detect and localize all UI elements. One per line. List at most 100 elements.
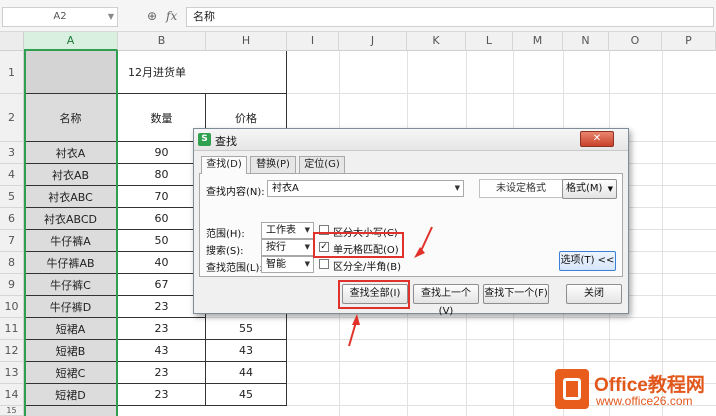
column-header-i[interactable]: I bbox=[287, 32, 339, 51]
match-cell-label: 单元格匹配(O) bbox=[333, 245, 399, 256]
tab-find[interactable]: 查找(D) bbox=[201, 156, 247, 174]
tab-replace[interactable]: 替换(P) bbox=[250, 156, 296, 173]
sheet-title-cell[interactable]: 12月进货单 bbox=[118, 51, 287, 94]
format-button[interactable]: 格式(M) ▼ bbox=[562, 179, 617, 199]
lookin-select[interactable]: 智能 ▼ bbox=[261, 256, 314, 273]
chevron-down-icon[interactable]: ▼ bbox=[305, 257, 310, 272]
row-header-3[interactable]: 3 bbox=[0, 142, 24, 164]
chevron-down-icon[interactable]: ▼ bbox=[305, 223, 310, 238]
search-value: 按行 bbox=[266, 242, 286, 253]
find-prev-button[interactable]: 查找上一个(V) bbox=[413, 284, 479, 317]
lookin-value: 智能 bbox=[266, 259, 286, 270]
column-header-a[interactable]: A bbox=[24, 32, 118, 51]
row-header-12[interactable]: 12 bbox=[0, 340, 24, 362]
row-header-10[interactable]: 10 bbox=[0, 296, 24, 318]
column-header-k[interactable]: K bbox=[407, 32, 466, 51]
name-box[interactable]: A2 ▼ bbox=[2, 7, 118, 27]
name-cell[interactable]: 衬衣A bbox=[24, 142, 118, 164]
find-next-button[interactable]: 查找下一个(F) bbox=[483, 284, 549, 304]
scope-label: 范围(H): bbox=[206, 229, 245, 240]
price-cell[interactable]: 44 bbox=[206, 362, 287, 384]
zoom-icon[interactable]: ⊕ bbox=[147, 9, 157, 23]
qty-cell[interactable]: 23 bbox=[118, 362, 206, 384]
name-cell[interactable]: 牛仔裤A bbox=[24, 230, 118, 252]
match-case-checkbox[interactable] bbox=[319, 225, 329, 235]
column-header-h[interactable]: H bbox=[206, 32, 287, 51]
column-header-p[interactable]: P bbox=[662, 32, 716, 51]
column-header-b[interactable]: B bbox=[118, 32, 206, 51]
lookin-label: 查找范围(L): bbox=[206, 263, 263, 274]
wps-logo-icon: S bbox=[198, 133, 211, 146]
name-cell[interactable]: 牛仔裤AB bbox=[24, 252, 118, 274]
fx-icon[interactable]: fx bbox=[166, 9, 177, 23]
close-icon[interactable]: ✕ bbox=[580, 131, 614, 147]
row-header-11[interactable]: 11 bbox=[0, 318, 24, 340]
row-header-1[interactable]: 1 bbox=[0, 51, 24, 94]
cell-a1[interactable] bbox=[24, 51, 118, 94]
select-all-corner[interactable] bbox=[0, 32, 24, 51]
qty-cell[interactable]: 23 bbox=[118, 318, 206, 340]
name-cell[interactable]: 衬衣ABCD bbox=[24, 208, 118, 230]
chevron-down-icon[interactable]: ▼ bbox=[455, 181, 460, 196]
price-cell[interactable]: 45 bbox=[206, 384, 287, 406]
row-header-5[interactable]: 5 bbox=[0, 186, 24, 208]
format-status: 未设定格式 bbox=[479, 179, 563, 198]
tab-goto[interactable]: 定位(G) bbox=[299, 156, 345, 173]
match-case-label: 区分大小写(C) bbox=[333, 228, 398, 239]
column-header-m[interactable]: M bbox=[513, 32, 563, 51]
arrow-icon bbox=[348, 321, 357, 347]
find-all-button[interactable]: 查找全部(I) bbox=[342, 284, 408, 304]
name-cell[interactable]: 衬衣AB bbox=[24, 164, 118, 186]
column-header-n[interactable]: N bbox=[563, 32, 609, 51]
name-cell[interactable]: 衬衣ABC bbox=[24, 186, 118, 208]
name-box-value: A2 bbox=[53, 11, 67, 22]
row-header-8[interactable]: 8 bbox=[0, 252, 24, 274]
watermark-title: Office教程网 bbox=[594, 375, 705, 396]
arrow-icon bbox=[352, 314, 360, 325]
dialog-titlebar[interactable]: S 查找 ✕ bbox=[194, 129, 628, 151]
formula-bar: A2 ▼ ⊕ fx 名称 bbox=[0, 0, 716, 32]
options-button[interactable]: 选项(T) << bbox=[559, 251, 616, 271]
office-logo-icon bbox=[555, 369, 589, 409]
scope-select[interactable]: 工作表 ▼ bbox=[261, 222, 314, 239]
price-cell[interactable]: 43 bbox=[206, 340, 287, 362]
row-header-2[interactable]: 2 bbox=[0, 94, 24, 142]
name-cell[interactable]: 牛仔裤D bbox=[24, 296, 118, 318]
row-header-6[interactable]: 6 bbox=[0, 208, 24, 230]
chevron-down-icon[interactable]: ▼ bbox=[305, 240, 310, 255]
find-content-input[interactable]: 衬衣A ▼ bbox=[267, 180, 464, 197]
close-button[interactable]: 关闭 bbox=[566, 284, 622, 304]
find-content-label: 查找内容(N): bbox=[206, 187, 265, 198]
scope-value: 工作表 bbox=[266, 225, 296, 236]
name-cell[interactable]: 牛仔裤C bbox=[24, 274, 118, 296]
find-dialog: S 查找 ✕ 查找(D) 替换(P) 定位(G) 查找内容(N): 衬衣A ▼ … bbox=[193, 128, 629, 317]
row-header-9[interactable]: 9 bbox=[0, 274, 24, 296]
name-cell[interactable]: 短裙C bbox=[24, 362, 118, 384]
cell-a15[interactable] bbox=[24, 406, 118, 416]
format-button-label: 格式(M) bbox=[565, 183, 603, 194]
name-cell[interactable]: 短裙A bbox=[24, 318, 118, 340]
qty-cell[interactable]: 23 bbox=[118, 384, 206, 406]
column-header-j[interactable]: J bbox=[339, 32, 407, 51]
qty-cell[interactable]: 43 bbox=[118, 340, 206, 362]
row-header-15[interactable]: 15 bbox=[0, 406, 24, 416]
chevron-down-icon[interactable]: ▼ bbox=[108, 8, 114, 26]
name-cell[interactable]: 短裙D bbox=[24, 384, 118, 406]
row-header-14[interactable]: 14 bbox=[0, 384, 24, 406]
row-header-4[interactable]: 4 bbox=[0, 164, 24, 186]
find-content-value: 衬衣A bbox=[272, 183, 299, 194]
row-header-13[interactable]: 13 bbox=[0, 362, 24, 384]
column-header-l[interactable]: L bbox=[466, 32, 513, 51]
column-header-o[interactable]: O bbox=[609, 32, 662, 51]
match-width-checkbox[interactable] bbox=[319, 259, 329, 269]
search-select[interactable]: 按行 ▼ bbox=[261, 239, 314, 256]
watermark: Office教程网 www.office26.com bbox=[555, 369, 715, 413]
row-header-7[interactable]: 7 bbox=[0, 230, 24, 252]
formula-input[interactable]: 名称 bbox=[186, 7, 714, 27]
price-cell[interactable]: 55 bbox=[206, 318, 287, 340]
match-cell-checkbox[interactable]: ✓ bbox=[319, 242, 329, 252]
dialog-title: 查找 bbox=[215, 135, 237, 148]
name-cell[interactable]: 短裙B bbox=[24, 340, 118, 362]
header-name-cell[interactable]: 名称 bbox=[24, 94, 118, 142]
search-label: 搜索(S): bbox=[206, 246, 244, 257]
